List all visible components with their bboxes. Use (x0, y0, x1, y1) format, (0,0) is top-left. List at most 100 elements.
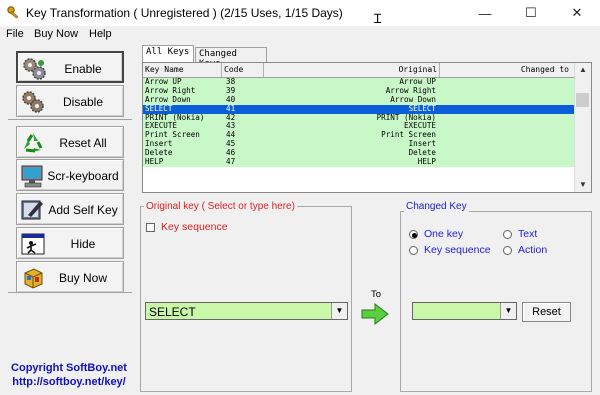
cell-key-name: Insert (145, 140, 173, 149)
key-sequence-radio-label[interactable]: Key sequence (424, 244, 491, 256)
one-key-label[interactable]: One key (424, 228, 463, 240)
key-sequence-checkbox[interactable] (146, 223, 155, 232)
cell-code: 45 (226, 140, 236, 149)
one-key-radio[interactable] (409, 230, 418, 239)
buy-box-icon (20, 265, 46, 291)
cell-key-name: SELECT (145, 104, 173, 113)
cell-original: Arrow Down (390, 95, 436, 104)
gears-icon (21, 56, 47, 82)
table-row[interactable]: Print Screen 44 Print Screen (143, 131, 576, 141)
table-row[interactable]: Arrow UP 38 Arrow UP (143, 78, 576, 87)
action-radio[interactable] (503, 246, 512, 255)
table-row[interactable]: Arrow Right 39 Arrow Right (143, 86, 576, 96)
scroll-up-icon[interactable]: ▲ (575, 63, 591, 77)
changed-key-select[interactable]: ▼ (412, 302, 517, 320)
menu-file[interactable]: File (6, 28, 24, 40)
action-label[interactable]: Action (518, 244, 547, 256)
reset-button[interactable]: Reset (522, 302, 571, 322)
buy-now-button[interactable]: Buy Now (16, 261, 124, 293)
cell-code: 38 (226, 78, 236, 86)
cell-code: 43 (226, 122, 236, 131)
window-title: Key Transformation ( Unregistered ) (2/1… (26, 6, 343, 20)
scr-keyboard-button[interactable]: Scr-keyboard (16, 159, 124, 191)
cell-key-name: Arrow Down (145, 95, 191, 104)
add-self-key-button[interactable]: Add Self Key (16, 193, 124, 225)
column-header-original[interactable]: Original (264, 63, 440, 77)
app-key-icon (7, 6, 21, 20)
scroll-thumb[interactable] (576, 93, 589, 107)
cell-code: 44 (226, 131, 236, 140)
menu-bar: File Buy Now Help (0, 26, 600, 44)
hide-window-icon (20, 231, 46, 257)
table-row[interactable]: Insert 45 Insert (143, 140, 576, 150)
minimize-button[interactable]: — (462, 0, 508, 26)
text-label[interactable]: Text (518, 228, 537, 240)
cell-key-name: Print Screen (145, 131, 200, 140)
website-link[interactable]: http://softboy.net/key/ (6, 376, 132, 388)
hide-label: Hide (70, 237, 96, 251)
cell-original: Print Screen (381, 131, 436, 140)
key-sequence-radio[interactable] (409, 246, 418, 255)
enable-button[interactable]: Enable (16, 51, 124, 83)
original-key-select[interactable]: SELECT ▼ (145, 302, 348, 320)
right-arrow-icon (361, 302, 389, 326)
cell-key-name: Arrow UP (145, 78, 182, 86)
tab-changed-keys[interactable]: Changed Keys (195, 47, 267, 69)
chevron-down-icon[interactable]: ▼ (331, 303, 347, 319)
original-key-group (140, 206, 352, 392)
table-row[interactable]: HELP 47 HELP (143, 158, 576, 167)
hide-button[interactable]: Hide (16, 227, 124, 259)
table-row[interactable]: Arrow Down 40 Arrow Down (143, 95, 576, 105)
cell-code: 41 (226, 104, 236, 113)
cell-code: 40 (226, 95, 236, 104)
vertical-scrollbar[interactable]: ▲ ▼ (574, 63, 591, 192)
enable-label: Enable (64, 62, 102, 76)
cell-code: 46 (226, 149, 236, 158)
table-row[interactable]: Delete 46 Delete (143, 149, 576, 159)
maximize-button[interactable]: ☐ (508, 0, 554, 26)
sidebar-divider (8, 119, 132, 120)
cell-original: Arrow UP (399, 78, 436, 86)
reset-all-label: Reset All (59, 136, 107, 150)
table-header: Key Name Code Original Changed to (143, 63, 576, 78)
cell-original: Insert (408, 140, 436, 149)
close-button[interactable]: ✕ (554, 0, 600, 26)
buy-now-label: Buy Now (58, 271, 108, 285)
reset-all-button[interactable]: Reset All (16, 126, 124, 158)
table-body: Arrow UP 38 Arrow UP Arrow Right 39 Arrow Rig… (143, 78, 576, 167)
column-header-code[interactable]: Code (222, 63, 264, 77)
cell-original: Delete (408, 149, 436, 158)
table-row[interactable]: PRINT (Nokia) 42 PRINT (Nokia) (143, 113, 576, 123)
scr-keyboard-label: Scr-keyboard (47, 169, 119, 183)
chevron-down-icon[interactable]: ▼ (500, 303, 516, 319)
copyright-text: Copyright SoftBoy.net (11, 362, 127, 374)
cell-code: 42 (226, 113, 236, 122)
cell-code: 39 (226, 86, 236, 95)
disable-label: Disable (62, 95, 104, 109)
column-header-key-name[interactable]: Key Name (143, 63, 222, 77)
cell-original: Arrow Right (385, 86, 436, 95)
column-header-changed-to[interactable]: Changed to (440, 63, 576, 77)
key-sequence-label[interactable]: Key sequence (161, 221, 228, 233)
cell-key-name: Delete (145, 149, 173, 158)
table-row[interactable]: SELECT 41 SELECT (143, 104, 576, 114)
recycle-icon (20, 130, 46, 156)
disable-button[interactable]: Disable (16, 85, 124, 117)
scroll-down-icon[interactable]: ▼ (575, 178, 591, 192)
text-cursor-icon: Ɪ (374, 11, 382, 26)
menu-help[interactable]: Help (89, 28, 112, 40)
monitor-icon (20, 163, 46, 189)
cell-key-name: PRINT (Nokia) (145, 113, 205, 122)
tab-all-keys[interactable]: All Keys (142, 45, 194, 62)
text-radio[interactable] (503, 230, 512, 239)
cell-original: SELECT (408, 104, 436, 113)
menu-buy-now[interactable]: Buy Now (34, 28, 78, 40)
cell-original: HELP (417, 158, 436, 167)
edit-icon (20, 197, 46, 223)
changed-key-title: Changed Key (404, 201, 469, 212)
table-row[interactable]: EXECUTE 43 EXECUTE (143, 122, 576, 132)
title-bar: Key Transformation ( Unregistered ) (2/1… (0, 0, 600, 26)
key-table: Key Name Code Original Changed to Arrow … (142, 62, 592, 193)
original-key-value: SELECT (149, 305, 196, 319)
to-label: To (371, 289, 382, 300)
